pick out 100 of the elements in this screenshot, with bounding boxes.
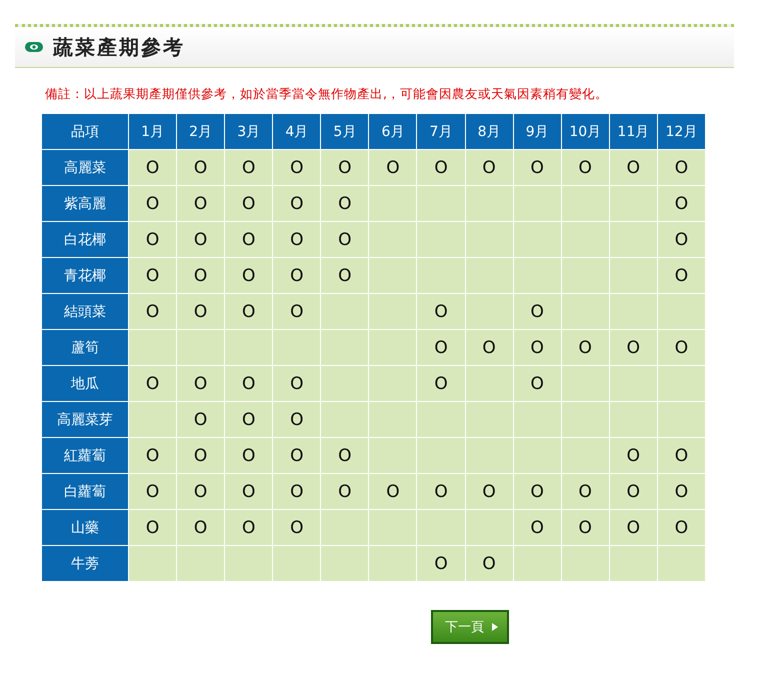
table-cell: O <box>224 186 273 222</box>
column-header: 5月 <box>320 114 369 150</box>
table-cell: O <box>657 510 706 546</box>
column-header: 7月 <box>416 114 466 150</box>
next-page-button[interactable]: 下一頁 <box>431 610 509 644</box>
table-cell: O <box>128 186 177 222</box>
page-title: 蔬菜產期參考 <box>53 34 185 60</box>
table-cell: O <box>176 366 225 402</box>
note-text: 備註：以上蔬果期產期僅供參考，如於當季當令無作物產出,，可能會因農友或天氣因素稍有變化。 <box>45 86 609 103</box>
item-cell: 結頭菜 <box>42 294 128 330</box>
table-cell: O <box>513 330 562 366</box>
table-cell: O <box>609 510 658 546</box>
table-cell: O <box>609 150 658 186</box>
item-cell: 蘆筍 <box>42 330 128 366</box>
table-cell: O <box>176 474 225 510</box>
table-cell: O <box>128 294 177 330</box>
table-cell: O <box>561 330 610 366</box>
table-cell: O <box>465 330 514 366</box>
item-cell: 紅蘿蔔 <box>42 438 128 474</box>
table-cell: O <box>368 474 417 510</box>
table-cell: O <box>609 438 658 474</box>
table-cell: O <box>416 330 466 366</box>
table-cell: O <box>416 474 466 510</box>
table-cell: O <box>272 474 321 510</box>
column-header: 9月 <box>513 114 562 150</box>
column-header: 6月 <box>368 114 417 150</box>
table-cell: O <box>176 438 225 474</box>
table-cell: O <box>176 510 225 546</box>
table-cell: O <box>320 258 369 294</box>
table-cell: O <box>657 330 706 366</box>
table-cell: O <box>657 438 706 474</box>
table-cell: O <box>609 330 658 366</box>
table-cell: O <box>416 366 466 402</box>
item-cell: 高麗菜芽 <box>42 402 128 438</box>
table-cell: O <box>272 366 321 402</box>
column-header: 2月 <box>176 114 225 150</box>
column-header: 品項 <box>42 114 128 150</box>
table-cell: O <box>272 258 321 294</box>
item-cell: 山藥 <box>42 510 128 546</box>
table-cell: O <box>513 294 562 330</box>
table-cell: O <box>272 294 321 330</box>
item-cell: 牛蒡 <box>42 546 128 582</box>
table-cell: O <box>224 294 273 330</box>
table-cell: O <box>657 222 706 258</box>
table-cell: O <box>128 474 177 510</box>
table-cell: O <box>320 222 369 258</box>
table-cell: O <box>465 150 514 186</box>
triangle-icon <box>492 623 498 631</box>
table-cell: O <box>368 150 417 186</box>
item-cell: 紫高麗 <box>42 186 128 222</box>
item-cell: 青花椰 <box>42 258 128 294</box>
table-cell: O <box>320 186 369 222</box>
table-cell: O <box>416 150 466 186</box>
column-header: 3月 <box>224 114 273 150</box>
table-cell: O <box>272 402 321 438</box>
column-header: 4月 <box>272 114 321 150</box>
table-cell: O <box>657 186 706 222</box>
table-cell: O <box>224 150 273 186</box>
table-cell: O <box>176 150 225 186</box>
table-cell: O <box>561 474 610 510</box>
table-cell: O <box>513 150 562 186</box>
table-cell: O <box>561 510 610 546</box>
table-cell: O <box>657 474 706 510</box>
table-cell: O <box>128 366 177 402</box>
table-cell: O <box>224 438 273 474</box>
column-header: 1月 <box>128 114 177 150</box>
table-cell: O <box>176 294 225 330</box>
table-cell: O <box>416 546 466 582</box>
table-cell: O <box>272 150 321 186</box>
item-cell: 白蘿蔔 <box>42 474 128 510</box>
table-cell: O <box>465 474 514 510</box>
table-cell: O <box>561 150 610 186</box>
table-cell: O <box>224 222 273 258</box>
table-cell: O <box>272 186 321 222</box>
eye-icon <box>25 42 43 52</box>
item-cell: 白花椰 <box>42 222 128 258</box>
table-cell: O <box>176 222 225 258</box>
table-cell: O <box>224 474 273 510</box>
column-header: 12月 <box>657 114 706 150</box>
table-cell: O <box>513 510 562 546</box>
table-cell: O <box>128 510 177 546</box>
column-header: 8月 <box>465 114 514 150</box>
item-cell: 地瓜 <box>42 366 128 402</box>
table-cell: O <box>320 474 369 510</box>
item-cell: 高麗菜 <box>42 150 128 186</box>
table-cell: O <box>224 258 273 294</box>
table-cell: O <box>657 150 706 186</box>
table-cell: O <box>465 546 514 582</box>
table-cell: O <box>224 510 273 546</box>
table-cell: O <box>176 258 225 294</box>
table-cell: O <box>176 402 225 438</box>
table-cell: O <box>128 438 177 474</box>
table-cell: O <box>320 150 369 186</box>
table-cell: O <box>128 150 177 186</box>
table-cell: O <box>224 366 273 402</box>
table-cell: O <box>272 438 321 474</box>
table-cell: O <box>513 474 562 510</box>
table-cell: O <box>224 402 273 438</box>
column-header: 10月 <box>561 114 610 150</box>
table-cell: O <box>176 186 225 222</box>
